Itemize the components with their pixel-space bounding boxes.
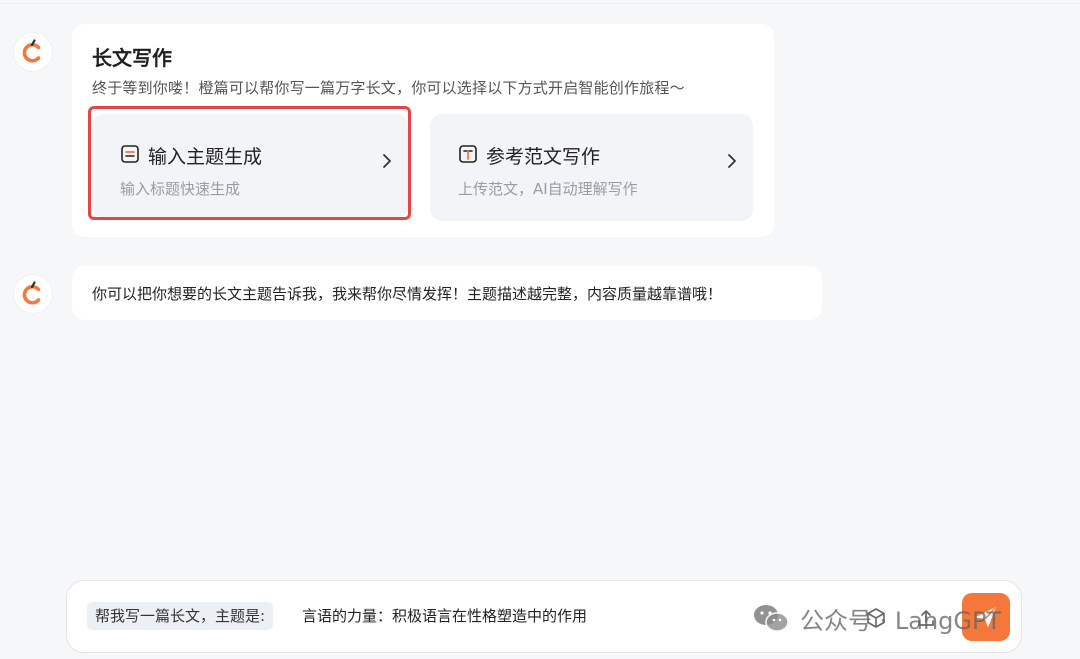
document-lines-icon (121, 145, 139, 163)
message-text: 你可以把你想要的长文主题告诉我，我来帮你尽情发挥！主题描述越完整，内容质量越靠谱… (92, 285, 723, 303)
chevron-right-icon (728, 154, 736, 168)
top-divider (0, 0, 1080, 4)
chat-input[interactable]: 言语的力量：积极语言在性格塑造中的作用 (302, 605, 587, 626)
text-t-icon (459, 145, 477, 163)
option-desc: 上传范文，AI自动理解写作 (458, 180, 638, 198)
watermark: 公众号 · LangGPT (752, 598, 1001, 638)
option-topic-generate[interactable]: 输入主题生成 输入标题快速生成 (92, 114, 408, 218)
option-reference-writing[interactable]: 参考范文写作 上传范文，AI自动理解写作 (430, 114, 753, 221)
chevron-right-icon (383, 154, 391, 168)
watermark-text: 公众号 · LangGPT (800, 606, 1002, 635)
option-title: 参考范文写作 (486, 146, 601, 168)
assistant-avatar (13, 32, 53, 72)
wechat-icon (754, 605, 789, 632)
orange-c-logo-icon (22, 281, 41, 305)
option-title: 输入主题生成 (148, 146, 263, 168)
option-desc: 输入标题快速生成 (120, 180, 241, 198)
card-title: 长文写作 (92, 46, 172, 70)
card-subtitle: 终于等到你喽！橙篇可以帮你写一篇万字长文，你可以选择以下方式开启智能创作旅程～ (92, 79, 685, 97)
orange-c-logo-icon (22, 39, 41, 63)
long-writing-card: 长文写作 终于等到你喽！橙篇可以帮你写一篇万字长文，你可以选择以下方式开启智能创… (72, 24, 774, 237)
prompt-prefix-tag[interactable]: 帮我写一篇长文，主题是: (87, 602, 274, 630)
assistant-avatar (13, 274, 53, 314)
assistant-message: 你可以把你想要的长文主题告诉我，我来帮你尽情发挥！主题描述越完整，内容质量越靠谱… (72, 266, 822, 320)
